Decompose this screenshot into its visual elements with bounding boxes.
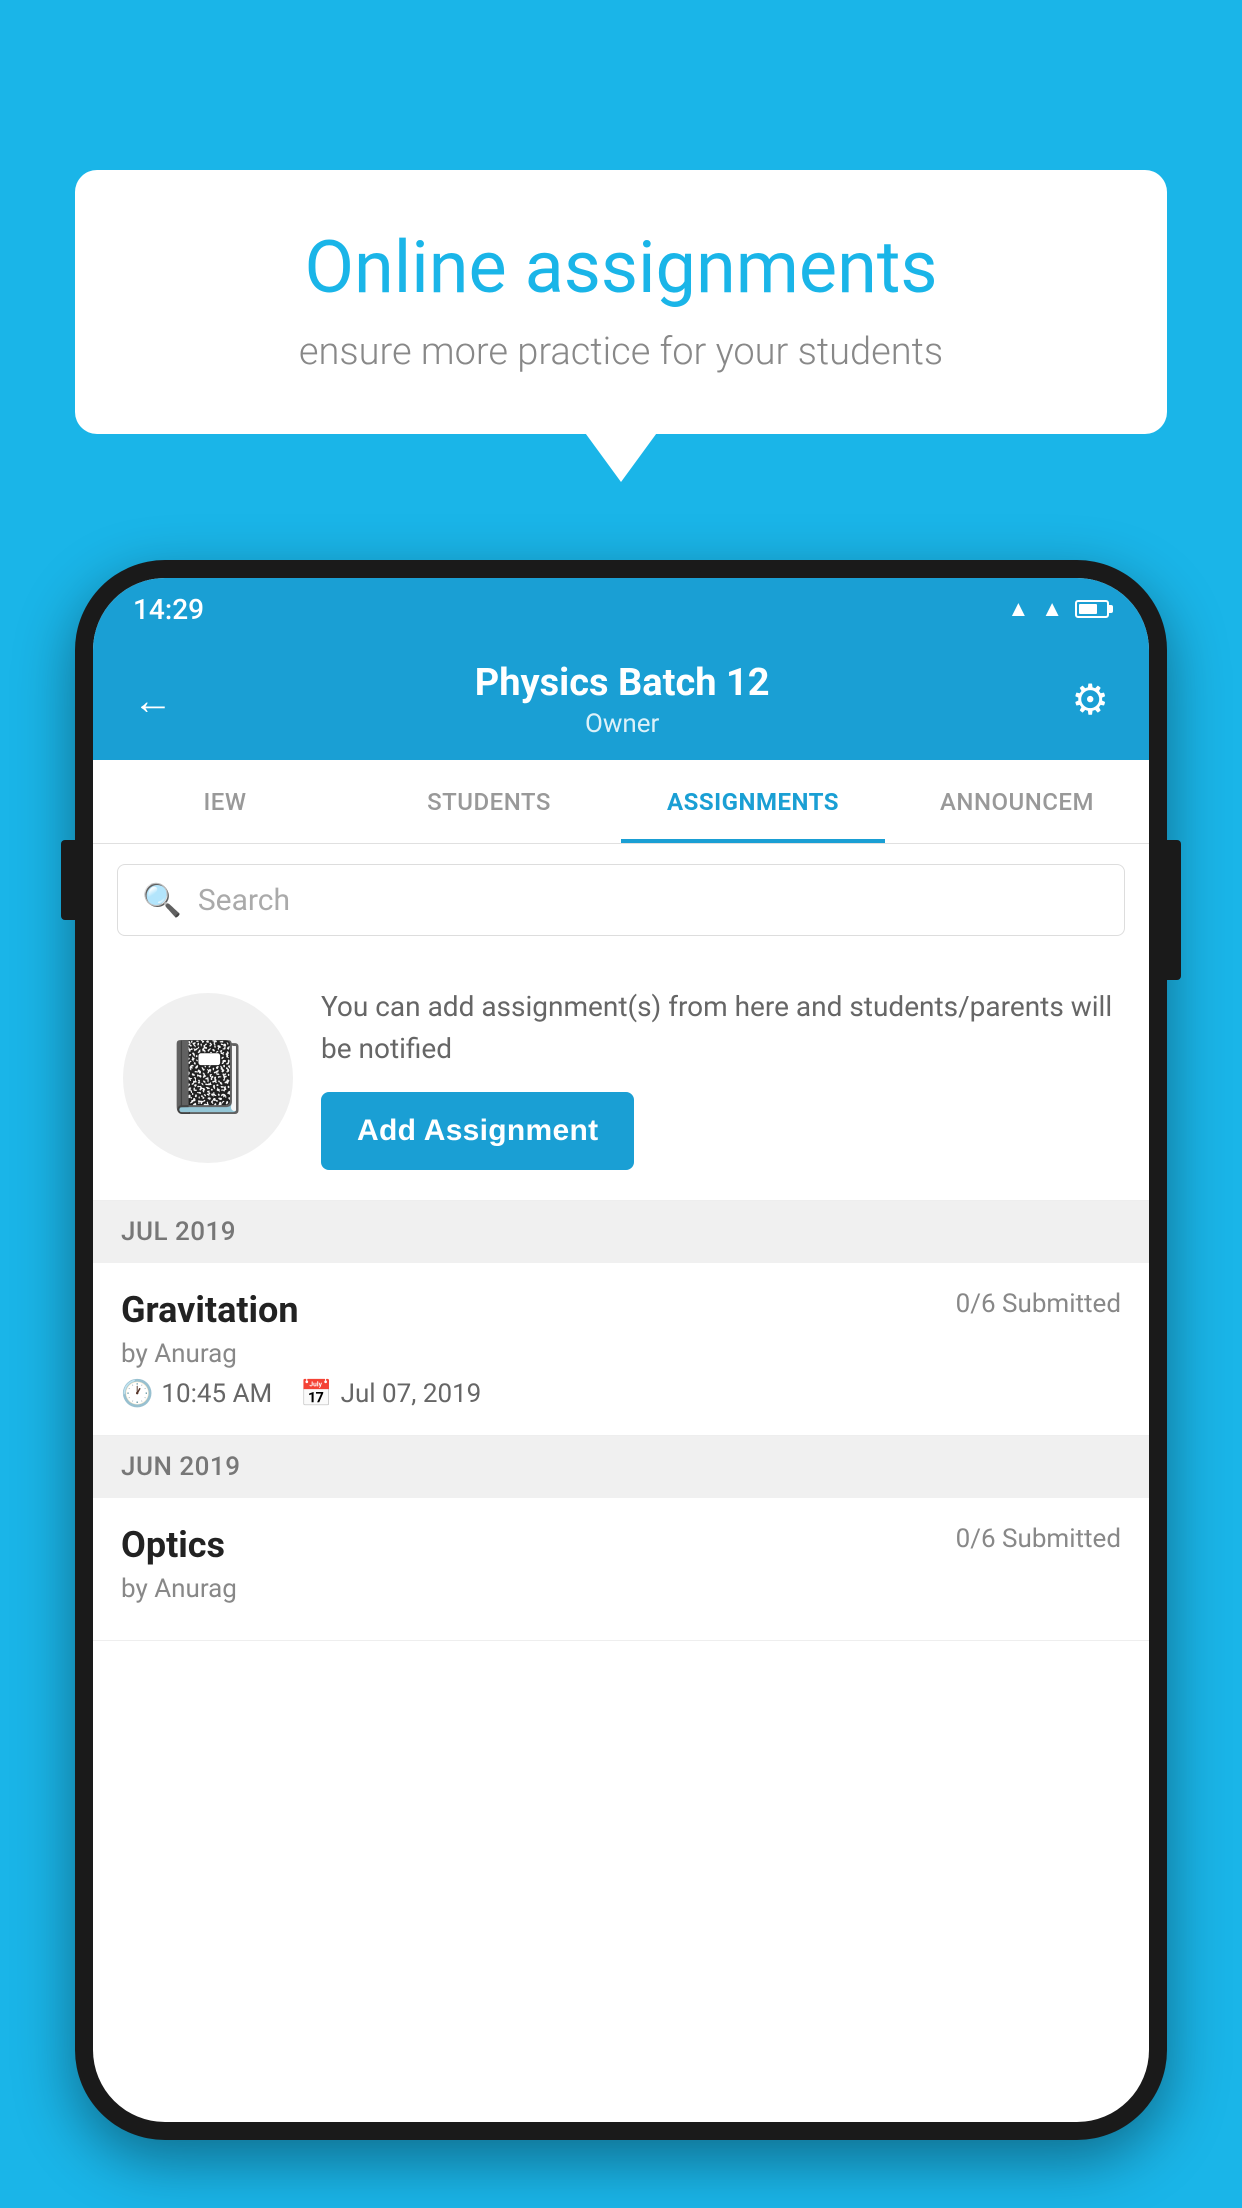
header-title: Physics Batch 12 [475,661,770,705]
tab-iew-label: IEW [204,788,247,816]
gear-icon[interactable]: ⚙ [1071,675,1109,725]
back-button[interactable]: ← [133,677,173,724]
assignment-item-gravitation[interactable]: Gravitation 0/6 Submitted by Anurag 🕐 10… [93,1263,1149,1436]
status-icons [1007,596,1109,622]
assignment-submitted-optics: 0/6 Submitted [956,1524,1121,1554]
add-assignment-button[interactable]: Add Assignment [321,1092,634,1170]
assignment-by-optics: by Anurag [121,1574,1121,1604]
tab-assignments[interactable]: ASSIGNMENTS [621,760,885,843]
section-jul-2019-label: JUL 2019 [121,1217,236,1247]
add-assignment-card: 📓 You can add assignment(s) from here an… [93,956,1149,1201]
signal-icon [1041,596,1063,622]
speech-bubble-subtitle: ensure more practice for your students [135,330,1107,374]
status-time: 14:29 [133,593,204,626]
add-assignment-description: You can add assignment(s) from here and … [321,986,1119,1070]
wifi-icon [1007,596,1029,622]
status-bar: 14:29 [93,578,1149,640]
tab-bar: IEW STUDENTS ASSIGNMENTS ANNOUNCEM [93,760,1149,844]
assignment-submitted-gravitation: 0/6 Submitted [956,1289,1121,1319]
add-assignment-content: You can add assignment(s) from here and … [321,986,1119,1170]
search-bar[interactable]: 🔍 Search [117,864,1125,936]
tab-students[interactable]: STUDENTS [357,760,621,843]
tab-students-label: STUDENTS [427,788,551,816]
notebook-icon: 📓 [164,1037,251,1119]
assignment-time-value: 10:45 AM [161,1379,272,1409]
search-icon: 🔍 [142,881,182,919]
phone-outer: 14:29 ← Physics Batch 12 Owner ⚙ [75,560,1167,2140]
section-jul-2019: JUL 2019 [93,1201,1149,1263]
assignment-name-gravitation: Gravitation [121,1289,299,1331]
speech-bubble: Online assignments ensure more practice … [75,170,1167,434]
clock-icon: 🕐 [121,1379,153,1409]
search-placeholder: Search [198,883,290,918]
phone-container: 14:29 ← Physics Batch 12 Owner ⚙ [75,560,1167,2208]
assignment-row-top-optics: Optics 0/6 Submitted [121,1524,1121,1566]
speech-bubble-title: Online assignments [135,225,1107,310]
tab-announcements-label: ANNOUNCEM [940,788,1094,816]
app-header: ← Physics Batch 12 Owner ⚙ [93,640,1149,760]
header-subtitle: Owner [475,709,770,739]
header-center: Physics Batch 12 Owner [475,661,770,739]
assignment-meta-gravitation: 🕐 10:45 AM 📅 Jul 07, 2019 [121,1379,1121,1409]
section-jun-2019-label: JUN 2019 [121,1452,240,1482]
search-container: 🔍 Search [93,844,1149,956]
assignment-time-gravitation: 🕐 10:45 AM [121,1379,272,1409]
speech-bubble-container: Online assignments ensure more practice … [75,170,1167,434]
assignment-row-top: Gravitation 0/6 Submitted [121,1289,1121,1331]
assignment-date-gravitation: 📅 Jul 07, 2019 [300,1379,481,1409]
assignment-by-gravitation: by Anurag [121,1339,1121,1369]
tab-assignments-label: ASSIGNMENTS [667,788,839,816]
assignment-name-optics: Optics [121,1524,225,1566]
section-jun-2019: JUN 2019 [93,1436,1149,1498]
assignment-date-value: Jul 07, 2019 [341,1379,482,1409]
tab-announcements[interactable]: ANNOUNCEM [885,760,1149,843]
tab-iew[interactable]: IEW [93,760,357,843]
phone-screen: 14:29 ← Physics Batch 12 Owner ⚙ [93,578,1149,2122]
assignment-item-optics[interactable]: Optics 0/6 Submitted by Anurag [93,1498,1149,1641]
calendar-icon: 📅 [300,1379,332,1409]
battery-icon [1075,600,1109,618]
assignment-icon-circle: 📓 [123,993,293,1163]
